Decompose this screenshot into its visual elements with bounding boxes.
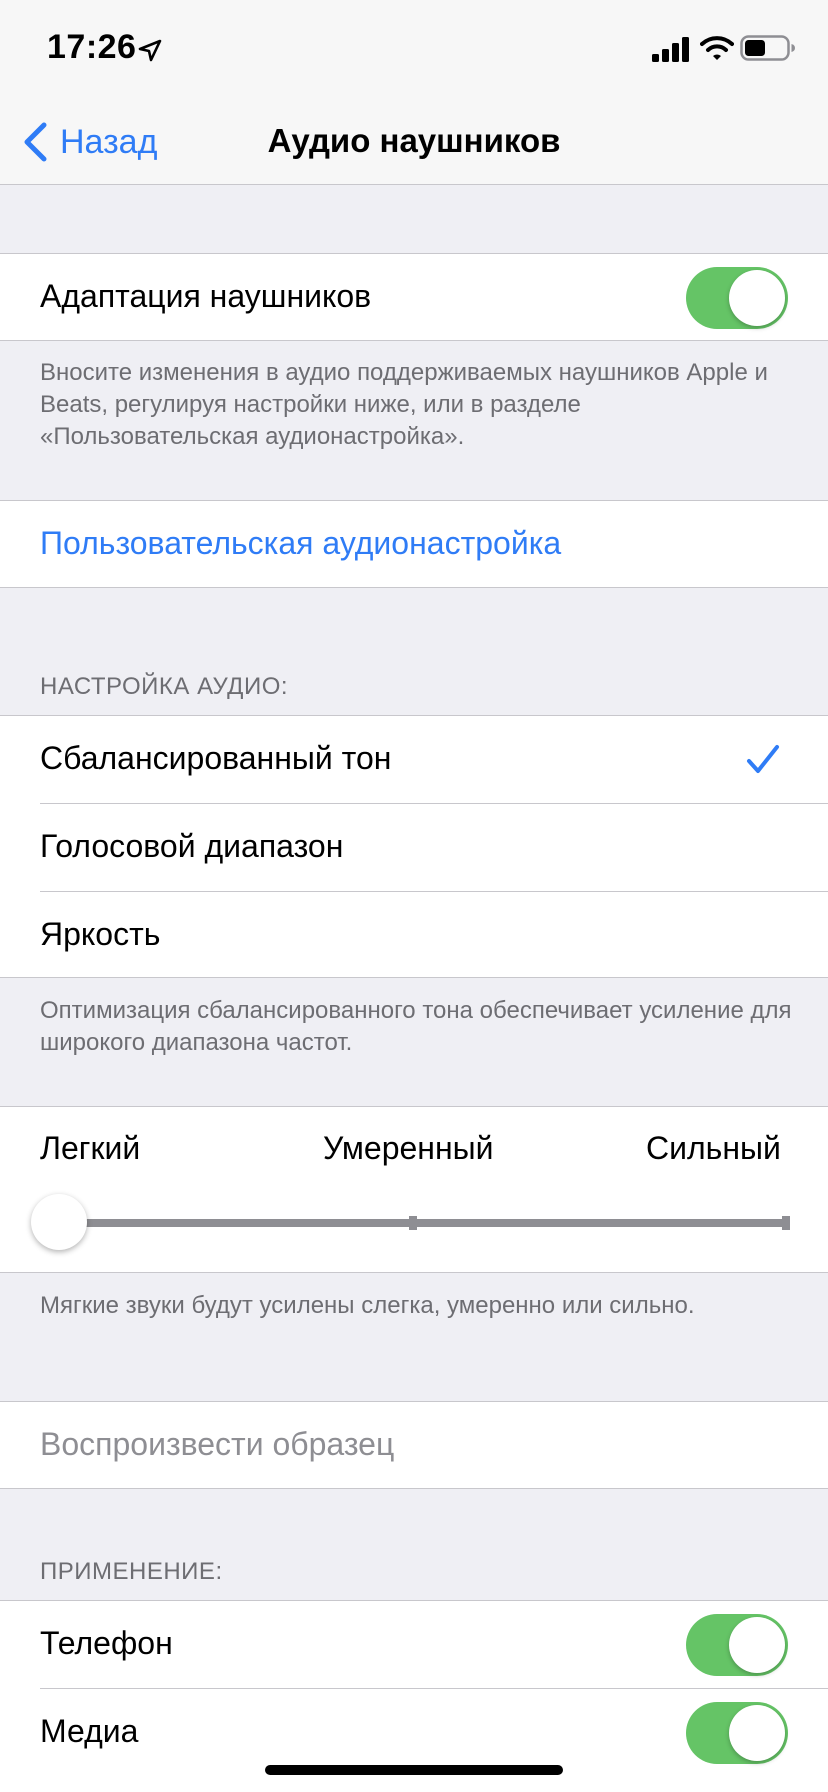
apply-media-label: Медиа (40, 1713, 139, 1749)
slider-label-slight: Легкий (40, 1130, 141, 1166)
slider-tick (409, 1216, 417, 1230)
page-title: Аудио наушников (267, 122, 561, 159)
status-time: 17:26 (47, 28, 137, 66)
tune-option-label: Яркость (40, 916, 161, 952)
status-bar: 17:26 (0, 0, 828, 100)
home-indicator[interactable] (265, 1765, 563, 1775)
toggle-knob (729, 1617, 785, 1673)
tune-option-label: Сбалансированный тон (40, 740, 392, 776)
tune-option-label: Голосовой диапазон (40, 828, 344, 864)
apply-phone-label: Телефон (40, 1625, 173, 1661)
custom-audio-setup-cell[interactable]: Пользовательская аудионастройка (0, 500, 828, 588)
apply-with-group: Телефон Медиа (0, 1600, 828, 1792)
tune-audio-footer: Оптимизация сбалансированного тона обесп… (40, 997, 792, 1056)
checkmark-icon (747, 745, 779, 773)
wifi-icon (700, 36, 734, 60)
boost-slider-track[interactable] (58, 1219, 788, 1227)
tune-option-balanced-tone[interactable]: Сбалансированный тон (0, 716, 828, 804)
headphone-adaptation-toggle[interactable] (686, 267, 788, 329)
screen: 17:26 Назад Аудио наушников Адаптация на… (0, 0, 828, 1792)
play-sample-cell[interactable]: Воспроизвести образец (0, 1401, 828, 1489)
location-arrow-icon (138, 39, 162, 62)
toggle-knob (729, 270, 785, 326)
boost-slider-footer: Мягкие звуки будут усилены слегка, умере… (40, 1292, 695, 1319)
headphone-adaptation-label: Адаптация наушников (40, 278, 372, 314)
boost-slider-thumb[interactable] (31, 1194, 87, 1250)
tune-audio-group: Сбалансированный тон Голосовой диапазон … (0, 715, 828, 978)
navigation-bar: Назад Аудио наушников (0, 100, 828, 185)
tune-audio-header: НАСТРОЙКА АУДИО: (40, 673, 289, 700)
slider-tick (782, 1216, 790, 1230)
slider-label-strong: Сильный (646, 1130, 781, 1166)
apply-phone-toggle[interactable] (686, 1614, 788, 1676)
headphone-adaptation-footer: Вносите изменения в аудио поддерживаемых… (40, 359, 768, 450)
apply-with-header: ПРИМЕНЕНИЕ: (40, 1558, 223, 1585)
play-sample-label[interactable]: Воспроизвести образец (40, 1426, 394, 1463)
separator (40, 1688, 828, 1689)
tune-option-brightness[interactable]: Яркость (0, 892, 828, 979)
slider-label-moderate: Умеренный (323, 1130, 494, 1166)
custom-audio-setup-link[interactable]: Пользовательская аудионастройка (40, 525, 561, 562)
toggle-knob (729, 1705, 785, 1761)
tune-option-vocal-range[interactable]: Голосовой диапазон (0, 804, 828, 892)
headphone-adaptation-cell: Адаптация наушников (0, 253, 828, 341)
battery-icon (740, 35, 795, 61)
apply-media-toggle[interactable] (686, 1702, 788, 1764)
cellular-signal-icon (652, 37, 689, 62)
